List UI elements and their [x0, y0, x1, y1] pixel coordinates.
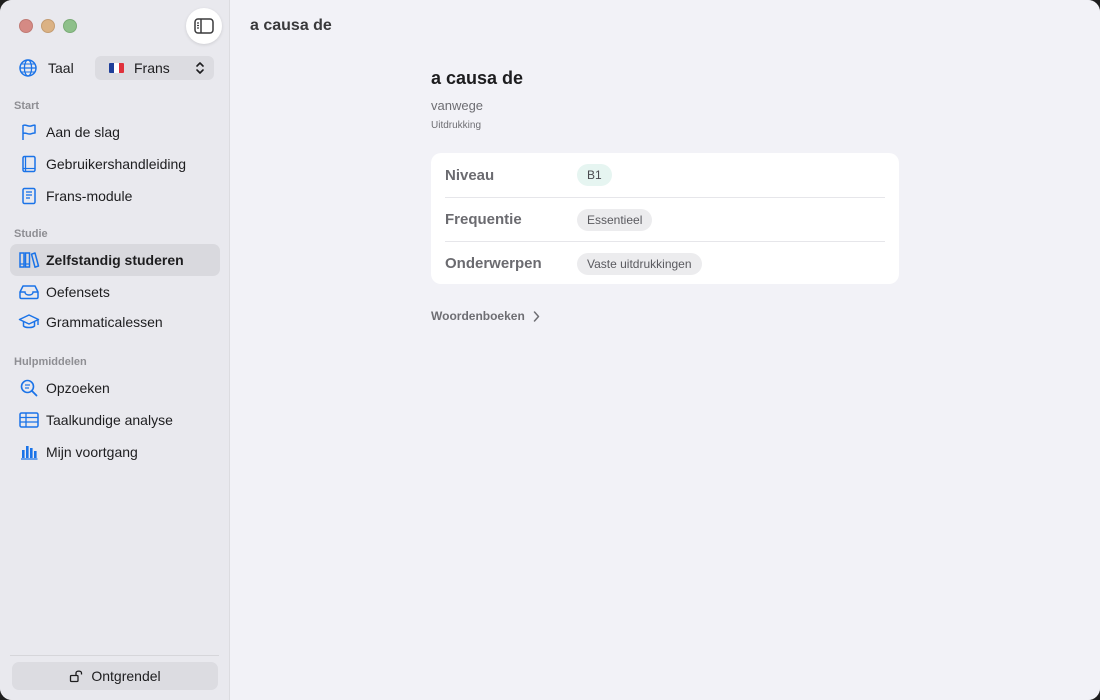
- entry-type: Uitdrukking: [431, 120, 482, 131]
- window-controls: [19, 19, 77, 33]
- language-select[interactable]: Frans: [95, 56, 214, 80]
- bar-chart-icon: [18, 441, 40, 463]
- entry-word: a causa de: [431, 68, 524, 88]
- property-row-onderwerpen: Onderwerpen Vaste uitdrukkingen: [445, 241, 885, 285]
- library-books-icon: [18, 249, 40, 271]
- flag-icon: [18, 121, 40, 143]
- sidebar-item-mijn-voortgang[interactable]: Mijn voortgang: [10, 436, 220, 468]
- sidebar-item-zelfstandig-studeren[interactable]: Zelfstandig studeren: [10, 244, 220, 276]
- sidebar-item-opzoeken[interactable]: Opzoeken: [10, 372, 220, 404]
- frequency-badge: Essentieel: [577, 208, 653, 231]
- properties-card: Niveau B1 Frequentie Essentieel Onderwer…: [431, 153, 899, 284]
- sidebar-item-gebruikershandleiding[interactable]: Gebruikershandleiding: [10, 148, 220, 180]
- entry-header: a causa de vanwege Uitdrukking: [431, 68, 899, 131]
- section-label-studie: Studie: [14, 228, 48, 240]
- sidebar-item-frans-module[interactable]: Frans-module: [10, 180, 220, 212]
- unlock-label: Ontgrendel: [91, 668, 161, 684]
- sidebar: Taal Frans Start Aan de slag Gebruikersh…: [0, 0, 230, 700]
- property-row-niveau: Niveau B1: [445, 153, 885, 197]
- dictionaries-link-label: Woordenboeken: [431, 309, 525, 323]
- sidebar-item-label: Frans-module: [46, 188, 133, 204]
- sidebar-item-label: Mijn voortgang: [46, 444, 138, 460]
- topic-badge[interactable]: Vaste uitdrukkingen: [577, 252, 702, 275]
- sidebar-item-label: Taalkundige analyse: [46, 412, 173, 428]
- sidebar-item-label: Opzoeken: [46, 380, 110, 396]
- minimize-window-button[interactable]: [41, 19, 55, 33]
- table-icon: [18, 409, 40, 431]
- sidebar-item-label: Grammaticalessen: [46, 314, 163, 330]
- up-down-chevron-icon: [196, 62, 204, 74]
- sidebar-divider: [10, 655, 219, 656]
- property-key: Onderwerpen: [445, 255, 542, 272]
- main-content: a causa de a causa de vanwege Uitdrukkin…: [230, 0, 1100, 700]
- magnifier-text-icon: [18, 377, 40, 399]
- unlock-icon: [70, 670, 83, 683]
- sidebar-item-aan-de-slag[interactable]: Aan de slag: [10, 116, 220, 148]
- language-label: Taal: [48, 60, 74, 76]
- language-select-value: Frans: [134, 60, 170, 76]
- module-book-icon: [18, 185, 40, 207]
- level-badge: B1: [577, 164, 612, 186]
- sidebar-item-taalkundige-analyse[interactable]: Taalkundige analyse: [10, 404, 220, 436]
- sidebar-item-label: Zelfstandig studeren: [46, 252, 184, 268]
- property-row-frequentie: Frequentie Essentieel: [445, 197, 885, 241]
- property-key: Frequentie: [445, 211, 522, 228]
- section-label-hulpmiddelen: Hulpmiddelen: [14, 356, 87, 368]
- entry-translation: vanwege: [431, 98, 484, 113]
- dictionaries-link[interactable]: Woordenboeken: [431, 309, 540, 323]
- zoom-window-button[interactable]: [63, 19, 77, 33]
- close-window-button[interactable]: [19, 19, 33, 33]
- sidebar-toggle-icon: [194, 18, 214, 34]
- sidebar-toggle-button[interactable]: [186, 8, 222, 44]
- sidebar-item-oefensets[interactable]: Oefensets: [10, 276, 220, 308]
- window-title: a causa de: [250, 17, 332, 34]
- sidebar-item-grammaticalessen[interactable]: Grammaticalessen: [10, 306, 220, 338]
- sidebar-item-label: Gebruikershandleiding: [46, 156, 187, 172]
- app-window: Taal Frans Start Aan de slag Gebruikersh…: [0, 0, 1100, 700]
- section-label-start: Start: [14, 100, 40, 112]
- globe-icon: [19, 59, 37, 77]
- tray-icon: [18, 281, 40, 303]
- book-icon: [18, 153, 40, 175]
- sidebar-item-label: Aan de slag: [46, 124, 120, 140]
- sidebar-item-label: Oefensets: [46, 284, 110, 300]
- graduation-cap-icon: [18, 311, 40, 333]
- french-flag-icon: [109, 63, 124, 73]
- unlock-button[interactable]: Ontgrendel: [12, 662, 218, 690]
- chevron-right-icon: [533, 310, 540, 322]
- property-key: Niveau: [445, 166, 495, 184]
- language-row: Taal Frans: [18, 56, 214, 80]
